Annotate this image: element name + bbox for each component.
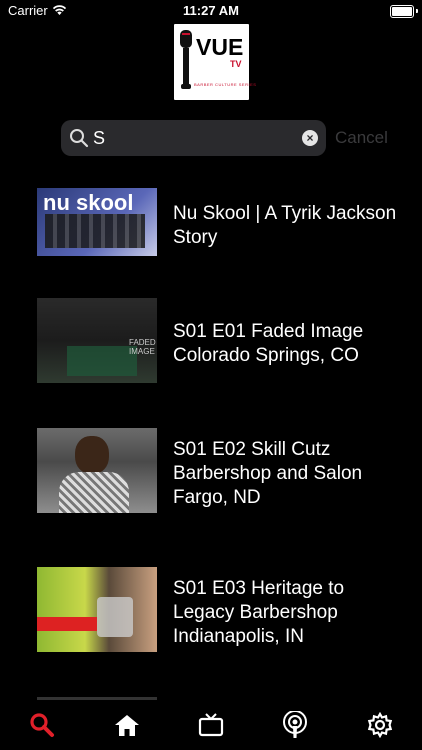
app-logo: VUE TV BARBER CULTURE SERIES — [174, 24, 256, 100]
settings-icon — [367, 712, 393, 738]
episode-title: S01 E02 Skill Cutz Barbershop and Salon … — [173, 439, 363, 508]
tab-podcast[interactable] — [280, 710, 310, 740]
tab-home[interactable] — [112, 710, 142, 740]
status-time: 11:27 AM — [183, 3, 239, 18]
home-icon — [115, 715, 139, 736]
episode-thumbnail: FADED IMAGE — [37, 298, 157, 383]
status-bar: Carrier 11:27 AM — [0, 0, 422, 22]
search-input[interactable] — [93, 127, 293, 149]
episode-thumbnail — [37, 428, 157, 513]
tab-settings[interactable] — [365, 710, 395, 740]
episode-title: S01 E03 Heritage to Legacy Barbershop In… — [173, 578, 345, 647]
clear-search-icon[interactable]: × — [302, 130, 318, 146]
episode-thumbnail — [37, 567, 157, 652]
tab-tv[interactable] — [196, 710, 226, 740]
cancel-button[interactable]: Cancel — [335, 128, 388, 148]
episode-thumbnail: nu skool — [37, 188, 157, 256]
episode-title: Nu Skool | A Tyrik Jackson Story — [173, 203, 397, 248]
search-icon — [70, 129, 89, 148]
search-bar[interactable]: × — [61, 120, 326, 156]
battery-icon — [390, 5, 414, 18]
tab-search[interactable] — [27, 710, 57, 740]
tab-bar — [0, 700, 422, 750]
podcast-icon — [283, 711, 307, 738]
episode-title: S01 E01 Faded Image Colorado Springs, CO — [173, 321, 364, 366]
microphone-icon — [180, 30, 192, 89]
search-icon — [30, 713, 54, 737]
tv-icon — [198, 713, 224, 737]
